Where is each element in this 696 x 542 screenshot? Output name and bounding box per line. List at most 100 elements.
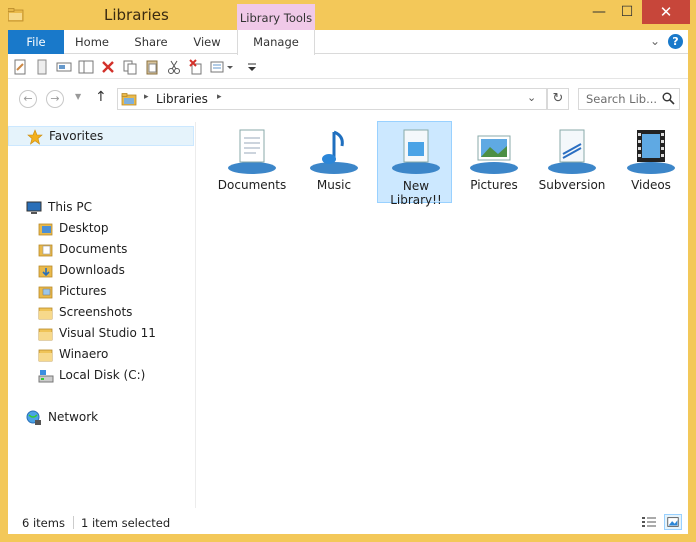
library-label: Documents <box>217 178 287 192</box>
selection-count: 1 item selected <box>81 516 171 530</box>
forward-button[interactable]: → <box>46 90 64 108</box>
nav-this-pc[interactable]: This PC <box>8 198 194 218</box>
nav-visual-studio[interactable]: Visual Studio 11 <box>8 324 194 344</box>
nav-label: Pictures <box>59 284 107 298</box>
tab-share[interactable]: Share <box>128 30 174 54</box>
address-bar[interactable]: ▸ Libraries ▸ ⌄ <box>117 88 547 110</box>
ribbon-tabs: File Home Share View Manage ⌄ ? <box>8 30 688 55</box>
large-icons-view-icon[interactable] <box>664 514 682 530</box>
nav-local-disk[interactable]: Local Disk (C:) <box>8 366 194 386</box>
folder-icon <box>38 307 53 320</box>
tab-view[interactable]: View <box>186 30 228 54</box>
maximize-button[interactable]: ☐ <box>613 0 641 24</box>
library-item-pictures[interactable]: Pictures <box>456 122 532 206</box>
item-count: 6 items <box>22 516 65 530</box>
new-folder-icon[interactable] <box>34 59 50 75</box>
nav-label: Visual Studio 11 <box>59 326 156 340</box>
library-label: Music <box>316 178 352 192</box>
back-button[interactable]: ← <box>19 90 37 108</box>
breadcrumb-libraries[interactable]: Libraries <box>156 92 208 106</box>
videos-library-icon <box>627 130 675 174</box>
address-dropdown-icon[interactable]: ⌄ <box>527 91 536 104</box>
ribbon-expand-icon[interactable]: ⌄ <box>650 34 660 48</box>
library-label: Subversion <box>538 178 606 192</box>
music-library-icon <box>310 130 358 174</box>
search-placeholder: Search Lib... <box>586 92 658 106</box>
breadcrumb-arrow-icon[interactable]: ▸ <box>144 92 149 102</box>
nav-desktop[interactable]: Desktop <box>8 219 194 239</box>
nav-label: Network <box>48 410 99 424</box>
library-tools-context-label: Library Tools <box>237 4 315 32</box>
desktop-folder-icon <box>38 223 53 236</box>
properties-icon[interactable] <box>12 59 28 75</box>
documents-library-icon <box>228 129 276 174</box>
new-library-icon <box>392 129 440 174</box>
rename-icon[interactable] <box>56 59 72 75</box>
address-row: ← → ▼ ↑ ▸ Libraries ▸ ⌄ ↻ Search Lib... <box>8 82 688 114</box>
library-item-videos[interactable]: Videos <box>613 122 689 206</box>
downloads-folder-icon <box>38 265 53 278</box>
refresh-button[interactable]: ↻ <box>547 88 569 110</box>
library-item-documents[interactable]: Documents <box>214 122 290 206</box>
nav-label: This PC <box>48 200 92 214</box>
nav-pictures[interactable]: Pictures <box>8 282 194 302</box>
folder-icon <box>38 349 53 362</box>
copy-icon[interactable] <box>122 59 138 75</box>
library-item-music[interactable]: Music <box>296 122 372 206</box>
nav-documents[interactable]: Documents <box>8 240 194 260</box>
window-client-area: File Home Share View Manage ⌄ ? ← → ▼ ↑ … <box>8 30 688 534</box>
delete-icon[interactable] <box>100 59 116 75</box>
network-icon <box>26 410 41 425</box>
search-icon[interactable] <box>662 92 675 105</box>
library-item-new-library[interactable]: New Library!! <box>377 121 452 207</box>
pictures-library-icon <box>470 135 518 174</box>
copy-path-icon[interactable] <box>188 59 204 75</box>
subversion-library-icon <box>548 129 596 174</box>
tab-file[interactable]: File <box>8 30 64 54</box>
library-label: Videos <box>631 178 671 192</box>
navigation-pane: Favorites This PC Desktop Documents Down… <box>8 122 196 508</box>
nav-label: Screenshots <box>59 305 133 319</box>
quick-access-toolbar <box>8 55 688 79</box>
nav-label: Desktop <box>59 221 109 235</box>
documents-folder-icon <box>38 244 53 257</box>
layout-options-icon[interactable] <box>210 59 236 75</box>
tab-home[interactable]: Home <box>69 30 115 54</box>
nav-winaero[interactable]: Winaero <box>8 345 194 365</box>
details-view-icon[interactable] <box>640 514 658 530</box>
close-button[interactable]: ✕ <box>642 0 690 24</box>
up-button[interactable]: ↑ <box>95 89 107 105</box>
computer-icon <box>26 201 42 214</box>
folder-app-icon[interactable] <box>8 8 24 22</box>
status-divider <box>73 516 74 529</box>
nav-label: Local Disk (C:) <box>59 368 146 382</box>
search-input[interactable]: Search Lib... <box>578 88 680 110</box>
cut-icon[interactable] <box>166 59 182 75</box>
nav-network[interactable]: Network <box>8 408 194 428</box>
nav-screenshots[interactable]: Screenshots <box>8 303 194 323</box>
pictures-folder-icon <box>38 286 53 299</box>
nav-label: Documents <box>59 242 128 256</box>
library-label: Pictures <box>470 178 518 192</box>
help-icon[interactable]: ? <box>668 34 683 49</box>
recent-locations-chevron-icon[interactable]: ▼ <box>75 92 81 101</box>
preview-pane-icon[interactable] <box>78 59 94 75</box>
libraries-folder-icon <box>121 93 137 106</box>
customize-toolbar-icon[interactable] <box>244 59 260 75</box>
breadcrumb-arrow-icon[interactable]: ▸ <box>217 92 222 102</box>
drive-icon <box>38 370 54 383</box>
nav-label: Favorites <box>49 129 104 143</box>
tab-manage[interactable]: Manage <box>237 30 315 55</box>
explorer-window: Libraries Library Tools — ☐ ✕ File Home … <box>0 0 696 542</box>
nav-favorites[interactable]: Favorites <box>8 126 194 146</box>
library-item-subversion[interactable]: Subversion <box>534 122 610 206</box>
nav-label: Downloads <box>59 263 125 277</box>
paste-icon[interactable] <box>144 59 160 75</box>
title-bar[interactable]: Libraries Library Tools — ☐ ✕ <box>0 0 696 32</box>
window-title: Libraries <box>104 6 169 24</box>
folder-icon <box>38 328 53 341</box>
minimize-button[interactable]: — <box>585 0 613 24</box>
nav-label: Winaero <box>59 347 109 361</box>
libraries-content: Documents Music New Library!! Pictures S… <box>204 121 689 508</box>
nav-downloads[interactable]: Downloads <box>8 261 194 281</box>
